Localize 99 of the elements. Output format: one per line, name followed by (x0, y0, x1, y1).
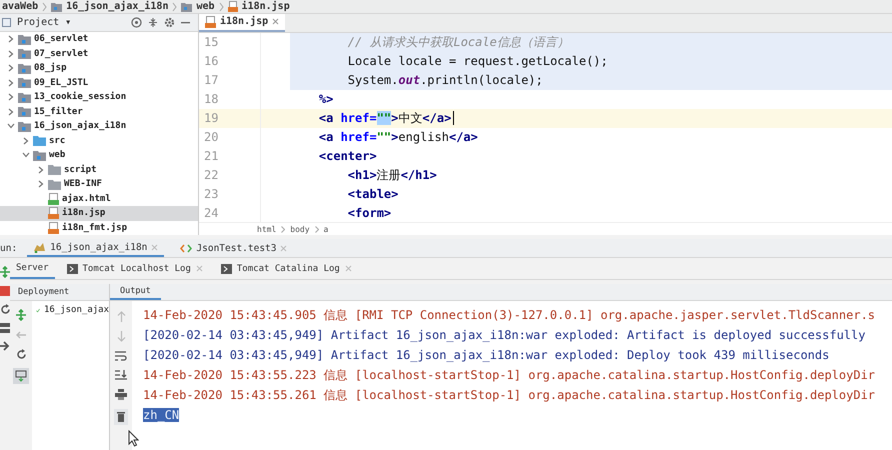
line-number: 17 (203, 73, 220, 88)
jsp-file-icon (48, 207, 59, 220)
html-file-icon (48, 192, 59, 205)
folder-icon (51, 2, 62, 12)
server-tab[interactable]: Tomcat Catalina Log (214, 258, 358, 279)
breadcrumb-item[interactable]: 16_json_ajax_i18n (66, 1, 168, 12)
console-icon (220, 264, 232, 274)
chevron-down-icon[interactable] (7, 123, 15, 130)
breadcrumb-item[interactable]: i18n.jsp (242, 1, 290, 12)
run-tab[interactable]: 16_json_ajax_i18n (27, 239, 164, 257)
scroll-end-icon[interactable] (115, 370, 127, 380)
folder-icon (181, 2, 192, 12)
line-number: 23 (203, 187, 220, 202)
console-line: 14-Feb-2020 15:43:55.261 信息 [localhost-startStop-1] org.apache.catalina.startup.HostConfig.deployDir (143, 386, 876, 404)
tree-item[interactable]: 13_cookie_session (0, 90, 198, 104)
tree-item[interactable]: i18n.jsp (0, 206, 198, 220)
tree-item[interactable]: 09_EL_JSTL (0, 76, 198, 90)
server-tab[interactable]: Tomcat Localhost Log (60, 258, 209, 279)
chevron-icon (218, 2, 224, 12)
line-number: 20 (203, 130, 220, 144)
folder-icon (18, 62, 31, 74)
tree-item[interactable]: 06_servlet (0, 32, 198, 46)
console-line: 14-Feb-2020 15:43:55.223 信息 [localhost-startStop-1] org.apache.catalina.startup.HostConfig.deployDir (143, 366, 876, 384)
breadcrumb-item[interactable]: avaWeb (2, 1, 38, 12)
run-label: un: (0, 242, 18, 256)
breadcrumb-item[interactable]: a (324, 224, 328, 234)
code-line: <h1>注册</h1> (346, 166, 437, 184)
console-line: [2020-02-14 03:43:45,949] Artifact 16_json_ajax_i18n:war exploded: Artifact is deployed successfully (143, 328, 866, 342)
close-icon[interactable] (272, 18, 280, 26)
folder-icon (18, 48, 31, 60)
tree-item[interactable]: ajax.html (0, 192, 198, 206)
console-line: 14-Feb-2020 15:43:45.905 信息 [RMI TCP Connection(3)-127.0.0.1] org.apache.jasper.servlet.TldScanner.s (143, 306, 876, 324)
chevron-icon (172, 2, 178, 12)
folder-icon (48, 178, 61, 190)
reload-icon[interactable] (0, 304, 10, 315)
folder-icon (48, 164, 61, 176)
refresh-icon[interactable] (16, 349, 26, 360)
code-line: <a href="">中文</a> (318, 110, 452, 127)
folder-icon (33, 150, 46, 161)
console-line: [2020-02-14 03:43:45,949] Artifact 16_json_ajax_i18n:war exploded: Deploy took 439 milliseconds (143, 348, 830, 362)
folder-icon (33, 135, 46, 146)
line-number: 19 (203, 111, 220, 126)
tree-item[interactable]: 07_servlet (0, 46, 198, 61)
arrow-right-icon[interactable] (0, 341, 10, 351)
chevron-icon (281, 226, 286, 233)
code-line: <table> (346, 187, 398, 202)
server-tab[interactable]: Server (10, 258, 55, 279)
jsp-file-icon (205, 16, 216, 28)
code-line: <form> (346, 206, 392, 220)
test-icon (180, 244, 192, 252)
line-number: 18 (203, 92, 220, 106)
trash-icon[interactable] (114, 409, 128, 425)
chevron-icon (42, 2, 48, 12)
line-number: 22 (203, 168, 220, 182)
cat-icon (33, 242, 46, 252)
tree-item[interactable]: src (0, 134, 198, 148)
folder-icon (18, 106, 31, 118)
folder-icon (18, 120, 31, 132)
settings-icon[interactable] (164, 17, 175, 28)
soft-wrap-icon[interactable] (115, 351, 127, 361)
tree-item[interactable]: 08_jsp (0, 61, 198, 76)
tree-item[interactable]: 16_json_ajax_i18n (0, 119, 198, 134)
code-line: <a href="">english</a> (318, 130, 478, 144)
chevron-icon (314, 226, 319, 233)
tree-item[interactable]: WEB-INF (0, 177, 198, 192)
code-line: Locale locale = request.getLocale(); (346, 54, 608, 68)
folder-icon (18, 92, 31, 103)
line-number: 24 (203, 206, 220, 220)
line-number: 21 (203, 149, 220, 164)
folder-icon (18, 34, 31, 45)
breadcrumb-item[interactable]: html (257, 224, 276, 234)
print-icon[interactable] (115, 389, 127, 400)
line-number: 16 (203, 54, 220, 68)
target-icon[interactable] (131, 17, 142, 28)
monitor-icon[interactable] (13, 368, 29, 384)
code-line: // 从请求头中获取Locale信息（语言） (346, 34, 569, 51)
deployment-item[interactable]: 16_json_ajax (36, 305, 109, 315)
tree-item[interactable]: web (0, 148, 198, 162)
chevron-down-icon[interactable] (22, 152, 30, 158)
chevron-right-icon[interactable] (23, 136, 29, 145)
breadcrumb-item[interactable]: body (290, 224, 310, 234)
code-line: <center> (318, 149, 377, 164)
mouse-pointer-icon (128, 430, 139, 447)
project-dropdown[interactable]: Project ▾ (17, 17, 72, 28)
tree-item[interactable]: script (0, 162, 198, 177)
jsp-file-icon (228, 1, 238, 12)
line-number: 15 (203, 35, 220, 50)
console-icon (66, 264, 78, 274)
code-line: System.out.println(locale); (346, 73, 543, 88)
layout-icon[interactable] (0, 323, 10, 333)
editor-tab[interactable]: i18n.jsp (199, 14, 286, 32)
tree-item[interactable]: i18n_fmt.jsp (0, 220, 198, 235)
tree-item[interactable]: 15_filter (0, 104, 198, 119)
folder-icon (18, 77, 31, 88)
code-line: %> (318, 92, 334, 106)
deployment-header: Deployment (10, 284, 109, 301)
minimize-icon[interactable] (181, 21, 190, 24)
run-tab[interactable]: JsonTest.test3 (174, 239, 294, 257)
breadcrumb-item[interactable]: web (196, 1, 215, 12)
